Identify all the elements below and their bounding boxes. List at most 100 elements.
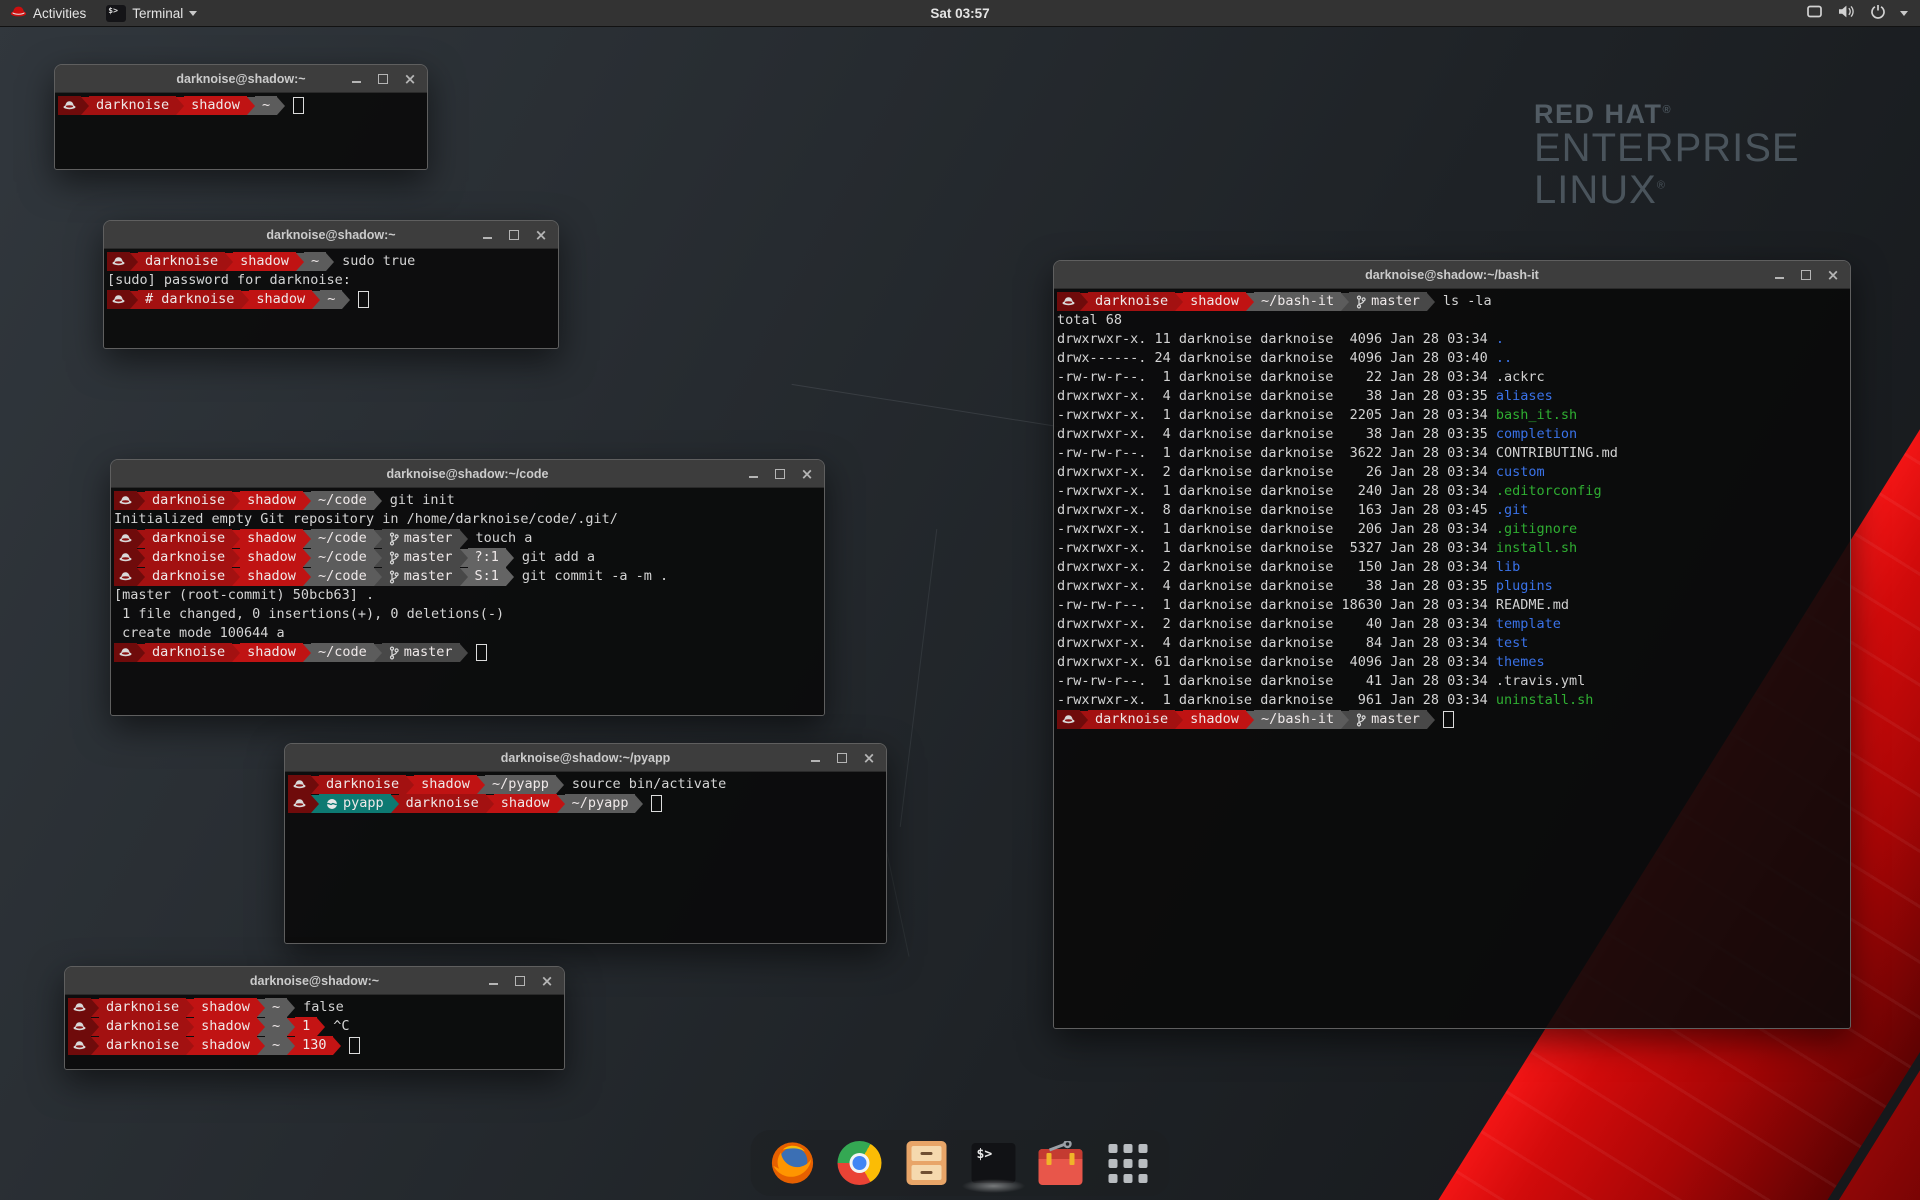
terminal-line: [master (root-commit) 50bcb63] . (114, 586, 824, 605)
close-button[interactable]: × (541, 975, 553, 987)
command-text: source bin/activate (572, 775, 726, 794)
prompt-segment: ~ (265, 1036, 287, 1055)
terminal-window-home-sudo[interactable]: darknoise@shadow:~×darknoiseshadow~sudo … (103, 220, 559, 349)
terminal-window-pyapp[interactable]: darknoise@shadow:~/pyapp×darknoiseshadow… (284, 743, 887, 944)
window-titlebar[interactable]: darknoise@shadow:~/code× (111, 460, 824, 488)
close-button[interactable]: × (404, 73, 416, 85)
terminal-window-code[interactable]: darknoise@shadow:~/code×darknoiseshadow~… (110, 459, 825, 716)
powerline-arrow (1341, 711, 1349, 729)
app-menu-terminal[interactable]: $> Terminal (96, 0, 207, 26)
powerline-arrow (1080, 293, 1088, 311)
dock-item-firefox[interactable] (769, 1139, 817, 1187)
dock-item-files[interactable] (903, 1139, 951, 1187)
powerline-arrow (311, 795, 319, 813)
close-button[interactable]: × (863, 752, 875, 764)
terminal-window-bash-it[interactable]: darknoise@shadow:~/bash-it× darknoise shad… (1053, 260, 1851, 1029)
powerline-arrow (186, 1018, 194, 1036)
registered-mark: ® (1657, 179, 1666, 191)
close-button[interactable]: × (1827, 269, 1839, 281)
prompt-segment: master (382, 643, 460, 662)
terminal-line: drwx------. 24 darknoise darknoise 4096 … (1057, 349, 1850, 368)
file-name: CONTRIBUTING.md (1496, 444, 1618, 463)
powerline-arrow (232, 568, 240, 586)
output-text: [sudo] password for darknoise: (107, 271, 351, 290)
powerline-arrow (374, 644, 382, 662)
powerline-arrow (506, 568, 514, 586)
brand-enterprise: ENTERPRISE (1534, 128, 1800, 170)
window-titlebar[interactable]: darknoise@shadow:~× (65, 967, 564, 995)
minimize-button[interactable] (350, 73, 362, 85)
close-icon: × (863, 752, 876, 764)
maximize-button[interactable] (836, 752, 848, 764)
command-text: git init (390, 491, 455, 510)
red-hat-icon (10, 5, 27, 21)
close-button[interactable]: × (535, 229, 547, 241)
file-name: .. (1496, 349, 1512, 368)
volume-icon (1837, 4, 1856, 22)
dock-item-chrome[interactable] (836, 1139, 884, 1187)
command-text: sudo true (342, 252, 415, 271)
maximize-button[interactable] (508, 229, 520, 241)
powerline-arrow (91, 999, 99, 1017)
minimize-button[interactable] (1773, 269, 1785, 281)
maximize-button[interactable] (514, 975, 526, 987)
output-text: -rw-rw-r--. 1 darknoise darknoise 41 Jan… (1057, 672, 1496, 691)
powerline-arrow (374, 568, 382, 586)
output-text: -rwxrwxr-x. 1 darknoise darknoise 5327 J… (1057, 539, 1496, 558)
terminal-line: -rwxrwxr-x. 1 darknoise darknoise 961 Ja… (1057, 691, 1850, 710)
wrench-icon (1048, 1141, 1074, 1153)
powerline-arrow (176, 97, 184, 115)
system-status-area[interactable] (1794, 0, 1920, 26)
minimize-button[interactable] (809, 752, 821, 764)
dock-item-terminal[interactable]: $> (970, 1139, 1018, 1187)
terminal-window-home-exit[interactable]: darknoise@shadow:~×darknoiseshadow~false… (64, 966, 565, 1070)
powerline-arrow (1341, 293, 1349, 311)
minimize-button[interactable] (747, 468, 759, 480)
terminal-line: drwxrwxr-x. 4 darknoise darknoise 38 Jan… (1057, 425, 1850, 444)
window-titlebar[interactable]: darknoise@shadow:~/pyapp× (285, 744, 886, 772)
dock-item-toolbox[interactable] (1037, 1139, 1085, 1187)
prompt-segment: shadow (1183, 292, 1246, 311)
file-name: README.md (1496, 596, 1569, 615)
file-name: themes (1496, 653, 1545, 672)
file-name: test (1496, 634, 1529, 653)
maximize-button[interactable] (377, 73, 389, 85)
terminal-screen[interactable]: darknoiseshadow~/codegit initInitialized… (111, 488, 824, 715)
close-button[interactable]: × (801, 468, 813, 480)
powerline-arrow (1427, 711, 1435, 729)
prompt-segment: darknoise (99, 1036, 186, 1055)
terminal-window-home-small[interactable]: darknoise@shadow:~×darknoiseshadow~ (54, 64, 428, 170)
terminal-screen[interactable]: darknoiseshadow~sudo true[sudo] password… (104, 249, 558, 348)
terminal-line: pyappdarknoiseshadow~/pyapp (288, 794, 886, 813)
powerline-arrow (287, 1018, 295, 1036)
minimize-button[interactable] (481, 229, 493, 241)
powerline-arrow (232, 530, 240, 548)
terminal-screen[interactable]: darknoiseshadow~ (55, 93, 427, 169)
terminal-screen[interactable]: darknoiseshadow~falsedarknoiseshadow~1^C… (65, 995, 564, 1069)
window-titlebar[interactable]: darknoise@shadow:~× (104, 221, 558, 249)
window-titlebar[interactable]: darknoise@shadow:~× (55, 65, 427, 93)
prompt-segment: ~ (255, 96, 277, 115)
command-text: touch a (476, 529, 533, 548)
powerline-arrow (406, 776, 414, 794)
window-buttons: × (747, 468, 813, 480)
file-name: completion (1496, 425, 1577, 444)
file-name: .ackrc (1496, 368, 1545, 387)
prompt-segment: darknoise (1088, 710, 1175, 729)
minimize-button[interactable] (487, 975, 499, 987)
clock[interactable]: Sat 03:57 (0, 6, 1920, 21)
window-title: darknoise@shadow:~/bash-it (1054, 268, 1850, 282)
maximize-button[interactable] (774, 468, 786, 480)
maximize-button[interactable] (1800, 269, 1812, 281)
wallpaper-line (900, 529, 938, 827)
dock-item-app-grid[interactable] (1104, 1139, 1152, 1187)
powerline-arrow (277, 97, 285, 115)
terminal-screen[interactable]: darknoiseshadow~/pyappsource bin/activat… (285, 772, 886, 943)
window-titlebar[interactable]: darknoise@shadow:~/bash-it× (1054, 261, 1850, 289)
terminal-screen[interactable]: darknoiseshadow~/bash-itmasterls -latota… (1054, 289, 1850, 1028)
terminal-line: drwxrwxr-x. 2 darknoise darknoise 26 Jan… (1057, 463, 1850, 482)
activities-button[interactable]: Activities (0, 0, 96, 26)
powerline-arrow (287, 1037, 295, 1055)
terminal-line: # darknoiseshadow~ (107, 290, 558, 309)
prompt-segment: shadow (194, 1017, 257, 1036)
